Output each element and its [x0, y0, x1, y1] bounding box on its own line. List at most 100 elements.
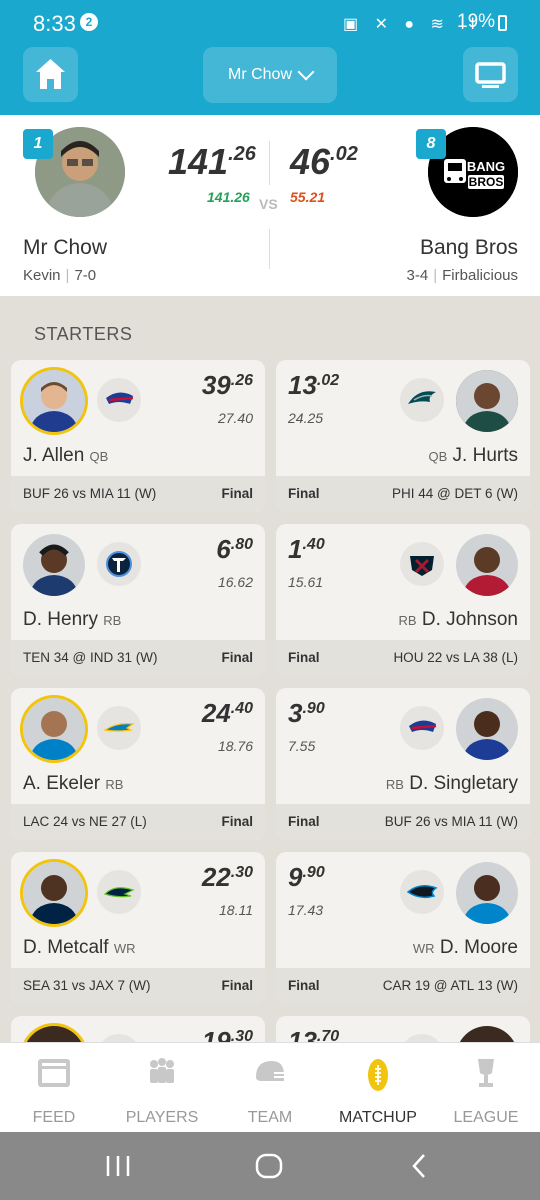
- tv-mode-button[interactable]: [463, 47, 518, 102]
- right-team-name[interactable]: Bang Bros: [420, 236, 518, 260]
- player-headshot-icon: [456, 862, 518, 924]
- nav-team-label: TEAM: [247, 1109, 293, 1126]
- team-logo: [97, 542, 141, 586]
- feed-icon: [38, 1059, 70, 1087]
- player-card-right[interactable]: 1.40 15.61 RB D. Johnson Final HOU 22 vs …: [276, 524, 530, 676]
- player-photo: [23, 698, 85, 760]
- home-button[interactable]: [23, 47, 78, 102]
- vs-label: VS: [259, 196, 278, 212]
- team-selector-dropdown[interactable]: Mr Chow: [203, 47, 337, 103]
- nav-feed[interactable]: FEED: [0, 1043, 108, 1133]
- player-name: WR D. Moore: [412, 937, 518, 958]
- right-team-score: 46.02: [290, 141, 358, 182]
- nav-team[interactable]: TEAM: [216, 1043, 324, 1133]
- player-photo: [456, 698, 518, 760]
- right-team-rank-badge: 8: [416, 129, 446, 159]
- matchup-scoreboard: 1 141.26 141.26 VS 46.02 55.21 BANG BROS…: [0, 115, 540, 296]
- player-score: 1.40: [288, 534, 325, 564]
- game-result-bar: LAC 24 vs NE 27 (L) Final: [11, 804, 265, 840]
- player-projected: 7.55: [288, 738, 316, 754]
- system-navigation-bar: [0, 1132, 540, 1200]
- player-name: RB D. Johnson: [398, 609, 518, 630]
- player-name: D. Metcalf WR: [23, 937, 136, 958]
- home-nav-icon[interactable]: [254, 1152, 284, 1180]
- left-team-score: 141.26: [168, 141, 256, 182]
- player-name: RB D. Singletary: [385, 773, 518, 794]
- player-projected: 27.40: [217, 410, 253, 426]
- player-headshot-icon: [456, 534, 518, 596]
- player-photo: [456, 534, 518, 596]
- nav-league[interactable]: LEAGUE: [432, 1043, 540, 1133]
- bills-logo-icon: [409, 720, 437, 732]
- app-header: 8:33 2 ▣ ✕ ● ≋ ıl 19% Mr Chow: [0, 0, 540, 115]
- player-card-left[interactable]: 6.80 16.62 D. Henry RB TEN 34 @ IND 31 (…: [11, 524, 265, 676]
- game-result-bar: Final HOU 22 vs LA 38 (L): [276, 640, 530, 676]
- player-projected: 18.11: [219, 902, 253, 918]
- player-score: 39.26: [201, 370, 253, 400]
- recent-apps-icon[interactable]: [103, 1154, 133, 1178]
- player-projected: 24.25: [288, 410, 324, 426]
- player-headshot-icon: [23, 534, 85, 596]
- nav-league-label: LEAGUE: [453, 1109, 519, 1126]
- game-result-bar: TEN 34 @ IND 31 (W) Final: [11, 640, 265, 676]
- game-result-bar: Final PHI 44 @ DET 6 (W): [276, 476, 530, 512]
- home-icon: [36, 59, 65, 89]
- eagles-logo-icon: [408, 391, 436, 404]
- texans-logo-icon: [410, 556, 434, 576]
- player-projected: 15.61: [288, 574, 324, 590]
- left-team-name[interactable]: Mr Chow: [23, 236, 107, 260]
- player-score: 9.90: [288, 862, 325, 892]
- player-headshot-icon: [456, 698, 518, 760]
- player-card-left[interactable]: 39.26 27.40 J. Allen QB BUF 26 vs MIA 11…: [11, 360, 265, 512]
- player-card-left[interactable]: 22.30 18.11 D. Metcalf WR SEA 31 vs JAX …: [11, 852, 265, 1004]
- player-photo: [23, 370, 85, 432]
- bills-logo-icon: [106, 392, 134, 404]
- football-icon: [368, 1059, 388, 1091]
- player-projected: 16.62: [217, 574, 253, 590]
- player-card-right[interactable]: 9.90 17.43 WR D. Moore Final CAR 19 @ ATL…: [276, 852, 530, 1004]
- score-divider: [269, 141, 270, 185]
- nav-feed-label: FEED: [32, 1109, 76, 1126]
- right-team-info: 3-4 | Firbalicious: [406, 267, 518, 284]
- status-bar: 8:33 2 ▣ ✕ ● ≋ ıl 19%: [0, 0, 540, 48]
- team-selector-label: Mr Chow: [227, 66, 292, 83]
- player-name: A. Ekeler RB: [23, 773, 124, 794]
- nav-matchup-label: MATCHUP: [339, 1109, 417, 1126]
- player-card-left[interactable]: 24.40 18.76 A. Ekeler RB LAC 24 vs NE 27…: [11, 688, 265, 840]
- player-headshot-icon: [456, 370, 518, 432]
- player-score: 13.02: [288, 370, 340, 400]
- nav-players-label: PLAYERS: [125, 1109, 199, 1126]
- left-team-projected: 141.26: [207, 189, 250, 205]
- logo-text-bros: BROS: [469, 175, 504, 189]
- bottom-navigation: FEED PLAYERS TEAM MATCHUP LEAGUE: [0, 1042, 540, 1132]
- panthers-logo-icon: [406, 885, 438, 899]
- player-headshot-icon: [23, 370, 85, 432]
- team-logo: [400, 706, 444, 750]
- players-icon: [150, 1058, 174, 1083]
- player-headshot-icon: [23, 862, 85, 924]
- helmet-icon: [256, 1061, 286, 1081]
- nav-matchup[interactable]: MATCHUP: [324, 1043, 432, 1133]
- player-headshot-icon: [23, 698, 85, 760]
- team-logo: [97, 706, 141, 750]
- player-card-right[interactable]: 13.02 24.25 QB J. Hurts Final PHI 44 @ DE…: [276, 360, 530, 512]
- player-score: 22.30: [201, 862, 253, 892]
- team-logo: [400, 542, 444, 586]
- team-logo: [97, 870, 141, 914]
- logo-text-bang: BANG: [467, 159, 505, 174]
- player-card-right[interactable]: 3.90 7.55 RB D. Singletary Final BUF 26 v…: [276, 688, 530, 840]
- player-projected: 18.76: [217, 738, 253, 754]
- back-icon[interactable]: [406, 1152, 432, 1180]
- starters-heading: STARTERS: [34, 324, 133, 344]
- player-name: QB J. Hurts: [428, 445, 518, 466]
- player-score: 24.40: [201, 698, 253, 728]
- player-score: 6.80: [216, 534, 253, 564]
- player-projected: 17.43: [288, 902, 324, 918]
- team-logo: [400, 378, 444, 422]
- battery-icon: [498, 15, 507, 31]
- nav-players[interactable]: PLAYERS: [108, 1043, 216, 1133]
- game-result-bar: BUF 26 vs MIA 11 (W) Final: [11, 476, 265, 512]
- titans-logo-icon: [106, 551, 132, 577]
- seahawks-logo-icon: [103, 887, 135, 898]
- trophy-icon: [478, 1059, 494, 1087]
